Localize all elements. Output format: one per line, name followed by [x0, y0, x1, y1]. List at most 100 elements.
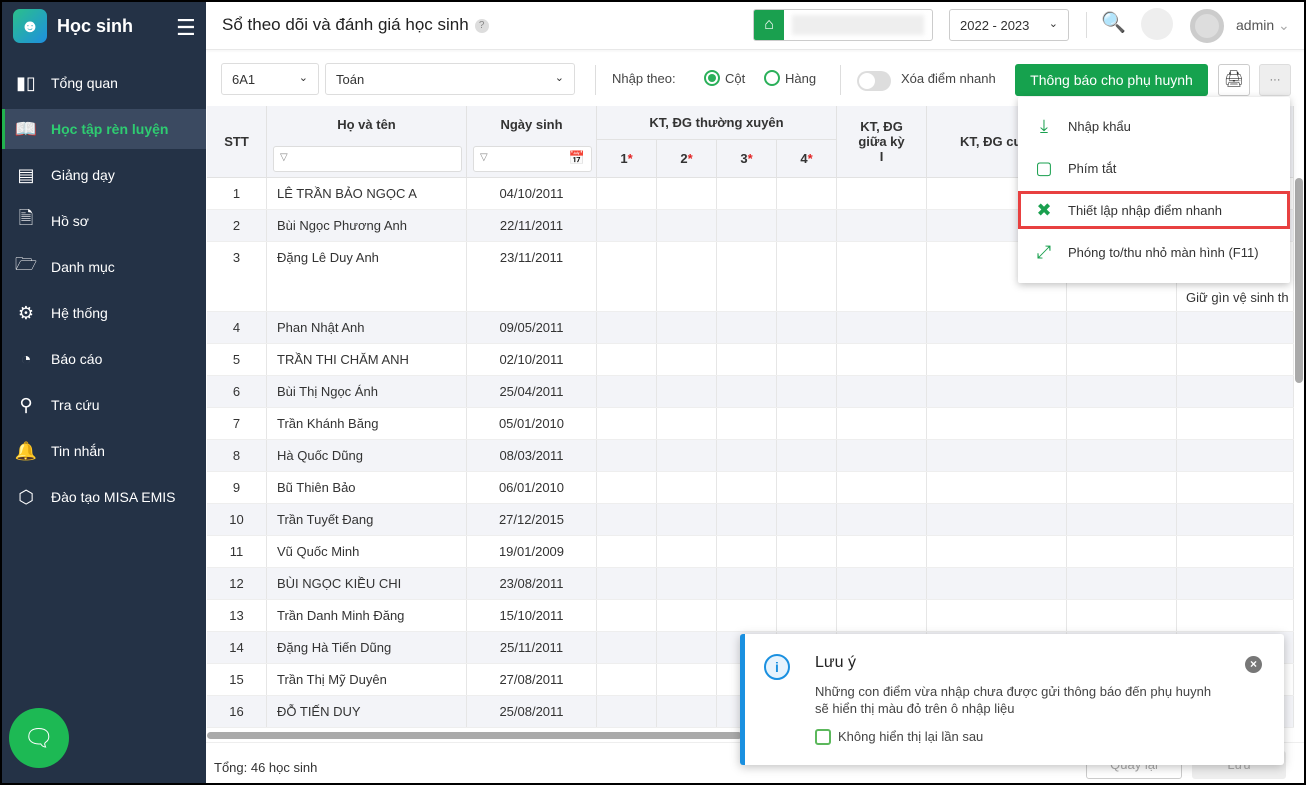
score-cell[interactable]: [927, 312, 1067, 343]
score-cell[interactable]: [1177, 600, 1294, 631]
score-cell[interactable]: [597, 440, 657, 471]
score-cell[interactable]: [1067, 440, 1177, 471]
score-cell[interactable]: [1067, 312, 1177, 343]
score-cell[interactable]: [927, 504, 1067, 535]
score-cell[interactable]: [777, 312, 837, 343]
sidebar-item[interactable]: 🗁 Danh mục: [2, 244, 206, 290]
sidebar-item[interactable]: ◔ Báo cáo: [2, 336, 206, 382]
dob-filter-input[interactable]: ▽ 📅: [473, 146, 592, 172]
score-cell[interactable]: [837, 242, 927, 311]
score-cell[interactable]: [777, 210, 837, 241]
score-cell[interactable]: [1067, 472, 1177, 503]
score-cell[interactable]: [657, 210, 717, 241]
sidebar-item[interactable]: ⚙ Hệ thống: [2, 290, 206, 336]
more-button[interactable]: ···: [1259, 64, 1291, 96]
score-cell[interactable]: [927, 440, 1067, 471]
score-cell[interactable]: [597, 210, 657, 241]
score-cell[interactable]: [1177, 376, 1294, 407]
name-filter-input[interactable]: ▽: [273, 146, 462, 172]
score-cell[interactable]: [1067, 568, 1177, 599]
score-cell[interactable]: [657, 664, 717, 695]
sidebar-item[interactable]: 🗎 Hồ sơ: [2, 198, 206, 244]
score-cell[interactable]: [597, 568, 657, 599]
menu-item[interactable]: ⤢ Phóng to/thu nhỏ màn hình (F11): [1018, 233, 1290, 271]
subject-select[interactable]: Toán ⌄: [325, 63, 575, 95]
score-cell[interactable]: [927, 408, 1067, 439]
score-cell[interactable]: [1177, 536, 1294, 567]
score-cell[interactable]: [657, 178, 717, 209]
score-cell[interactable]: [837, 312, 927, 343]
score-cell[interactable]: [597, 632, 657, 663]
score-cell[interactable]: [777, 600, 837, 631]
score-cell[interactable]: [837, 600, 927, 631]
score-cell[interactable]: [1177, 440, 1294, 471]
score-cell[interactable]: [597, 504, 657, 535]
score-cell[interactable]: [657, 504, 717, 535]
score-cell[interactable]: [1177, 344, 1294, 375]
score-cell[interactable]: [717, 344, 777, 375]
score-cell[interactable]: [837, 536, 927, 567]
menu-item[interactable]: ⤓ Nhập khẩu: [1018, 107, 1290, 145]
sidebar-item[interactable]: ▤ Giảng dạy: [2, 152, 206, 198]
score-cell[interactable]: [777, 242, 837, 311]
score-cell[interactable]: [1177, 408, 1294, 439]
radio-column[interactable]: [704, 70, 720, 86]
score-cell[interactable]: [1067, 376, 1177, 407]
score-cell[interactable]: [927, 568, 1067, 599]
radio-row[interactable]: [764, 70, 780, 86]
dont-show-again-label[interactable]: Không hiển thị lại lần sau: [838, 729, 983, 744]
sidebar-item[interactable]: ⬡ Đào tạo MISA EMIS: [2, 474, 206, 520]
search-stats-icon[interactable]: 🔍: [1101, 10, 1126, 35]
score-cell[interactable]: [1067, 408, 1177, 439]
score-cell[interactable]: [597, 408, 657, 439]
menu-toggle-icon[interactable]: ☰: [176, 15, 196, 41]
score-cell[interactable]: [597, 376, 657, 407]
score-cell[interactable]: [657, 344, 717, 375]
score-cell[interactable]: [837, 344, 927, 375]
score-cell[interactable]: [597, 312, 657, 343]
horizontal-scrollbar[interactable]: [207, 732, 742, 739]
close-icon[interactable]: ×: [1245, 656, 1262, 673]
score-cell[interactable]: [597, 344, 657, 375]
sidebar-item[interactable]: ▮▯ Tổng quan: [2, 60, 206, 106]
score-cell[interactable]: [927, 600, 1067, 631]
score-cell[interactable]: [717, 242, 777, 311]
score-cell[interactable]: [717, 376, 777, 407]
notification-circle[interactable]: [1141, 8, 1173, 40]
score-cell[interactable]: [597, 696, 657, 727]
score-cell[interactable]: [717, 210, 777, 241]
score-cell[interactable]: [1067, 600, 1177, 631]
score-cell[interactable]: [837, 440, 927, 471]
score-cell[interactable]: [717, 178, 777, 209]
quick-delete-toggle[interactable]: [857, 71, 891, 91]
menu-item[interactable]: ▢ Phím tắt: [1018, 149, 1290, 187]
score-cell[interactable]: [927, 344, 1067, 375]
score-cell[interactable]: [597, 242, 657, 311]
score-cell[interactable]: [777, 472, 837, 503]
score-cell[interactable]: [717, 600, 777, 631]
score-cell[interactable]: [837, 376, 927, 407]
chat-icon[interactable]: 🗨: [9, 708, 69, 768]
score-cell[interactable]: [657, 600, 717, 631]
score-cell[interactable]: [837, 504, 927, 535]
score-cell[interactable]: [657, 242, 717, 311]
score-cell[interactable]: [657, 568, 717, 599]
sidebar-item[interactable]: ⚲ Tra cứu: [2, 382, 206, 428]
score-cell[interactable]: [657, 440, 717, 471]
score-cell[interactable]: [777, 440, 837, 471]
score-cell[interactable]: [717, 408, 777, 439]
score-cell[interactable]: [657, 632, 717, 663]
school-selector[interactable]: ⌂: [753, 9, 933, 41]
dont-show-again-checkbox[interactable]: [815, 729, 831, 745]
score-cell[interactable]: [837, 568, 927, 599]
score-cell[interactable]: [777, 178, 837, 209]
user-menu[interactable]: admin ⌄: [1236, 17, 1290, 34]
score-cell[interactable]: [1067, 536, 1177, 567]
score-cell[interactable]: [717, 440, 777, 471]
score-cell[interactable]: [777, 536, 837, 567]
vertical-scrollbar[interactable]: [1295, 178, 1303, 383]
score-cell[interactable]: [777, 568, 837, 599]
score-cell[interactable]: [927, 376, 1067, 407]
score-cell[interactable]: [597, 664, 657, 695]
score-cell[interactable]: [777, 344, 837, 375]
